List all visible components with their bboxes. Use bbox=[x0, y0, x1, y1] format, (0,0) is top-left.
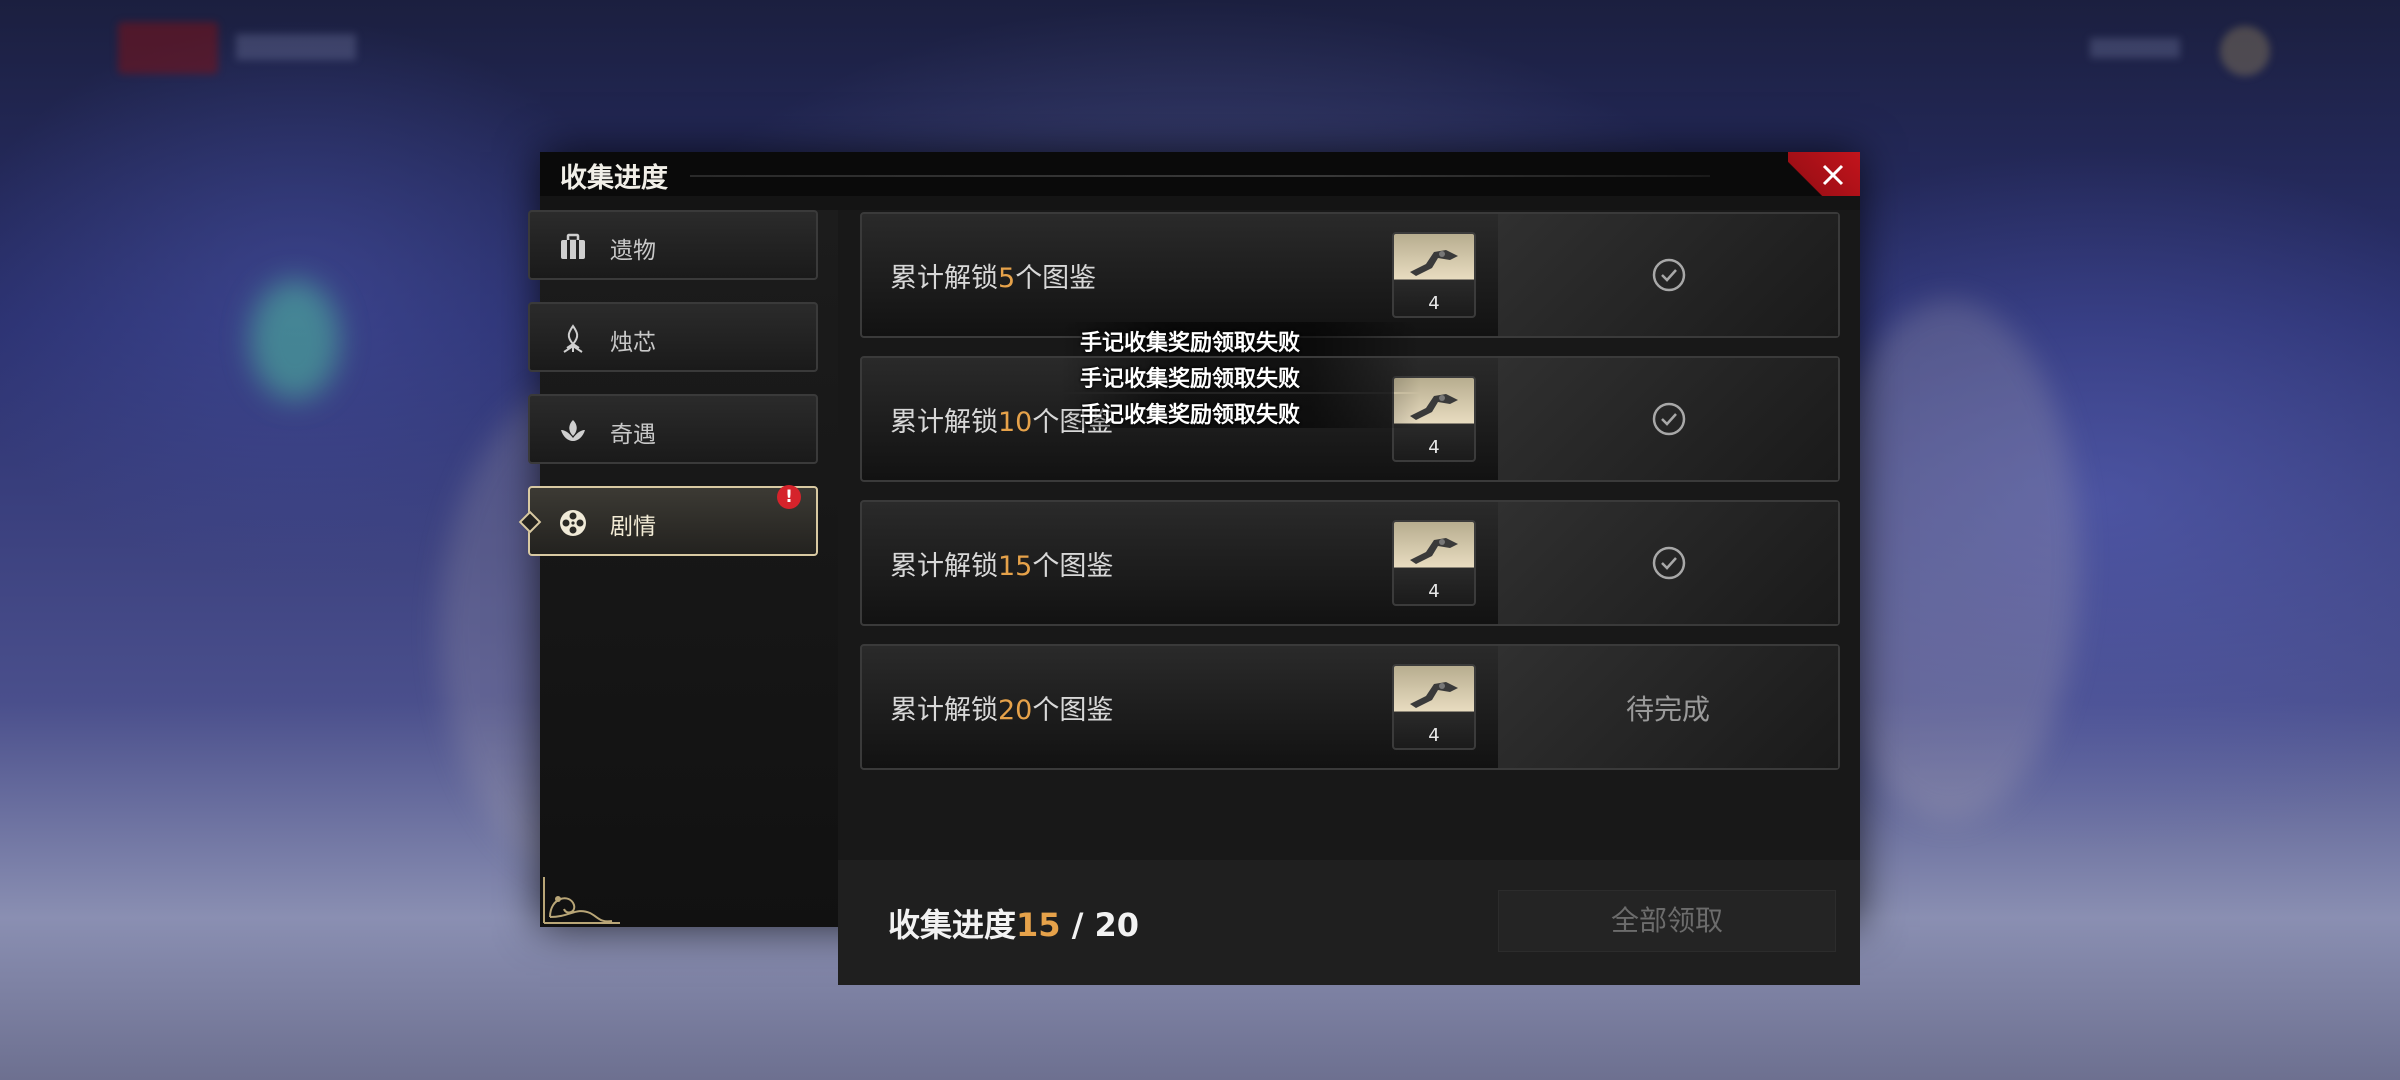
close-icon bbox=[1822, 164, 1844, 186]
progress-footer: 收集进度15 / 20 全部领取 bbox=[838, 860, 1860, 985]
claimed-status bbox=[1498, 358, 1838, 480]
milestone-label: 累计解锁15个图鉴 bbox=[890, 551, 1114, 582]
reward-item[interactable]: 4 bbox=[1392, 232, 1476, 318]
background-hud-text-right bbox=[2090, 38, 2180, 58]
claim-all-button[interactable]: 全部领取 bbox=[1498, 890, 1836, 952]
milestone-label: 累计解锁5个图鉴 bbox=[890, 263, 1097, 294]
reward-quantity: 4 bbox=[1428, 437, 1440, 458]
title-divider bbox=[690, 175, 1710, 177]
reward-quantity: 4 bbox=[1428, 725, 1440, 746]
milestone-row: 累计解锁15个图鉴 4 bbox=[860, 500, 1840, 626]
tab-story[interactable]: 剧情 ! bbox=[518, 485, 818, 556]
tab-label: 烛芯 bbox=[610, 330, 656, 356]
close-button[interactable] bbox=[1788, 152, 1860, 196]
candle-flame-icon bbox=[563, 324, 583, 353]
mechanical-part-icon bbox=[1410, 250, 1458, 276]
tab-label: 奇遇 bbox=[610, 422, 656, 448]
corner-ornament-icon bbox=[543, 877, 620, 924]
pending-status: 待完成 bbox=[1498, 646, 1838, 768]
dialog-titlebar: 收集进度 bbox=[540, 152, 1860, 196]
suitcase-icon bbox=[561, 233, 585, 259]
tab-relics[interactable]: 遗物 bbox=[528, 210, 818, 280]
reward-item[interactable]: 4 bbox=[1392, 664, 1476, 750]
lotus-icon bbox=[561, 420, 585, 441]
milestone-row: 累计解锁20个图鉴 4 待完成 bbox=[860, 644, 1840, 770]
tab-encounters[interactable]: 奇遇 bbox=[528, 394, 818, 464]
mechanical-part-icon bbox=[1410, 682, 1458, 708]
milestone-list: 累计解锁5个图鉴 4 累计解锁10个图鉴 4 累计解锁15个图鉴 bbox=[838, 210, 1860, 985]
collection-progress-dialog: 收集进度 遗物 烛芯 奇遇 剧情 ! 累计解锁5个图鉴 4 累计解锁10 4 累… bbox=[518, 152, 1860, 985]
background-hud-text bbox=[236, 34, 356, 60]
reward-item[interactable]: 4 bbox=[1392, 520, 1476, 606]
category-sidebar: 遗物 烛芯 奇遇 剧情 ! bbox=[518, 210, 838, 927]
milestone-row: 累计解锁5个图鉴 4 bbox=[860, 212, 1840, 338]
film-reel-icon bbox=[560, 510, 586, 536]
checkmark-icon bbox=[1652, 402, 1686, 436]
background-hud-button bbox=[118, 22, 218, 74]
background-hud-icon bbox=[2220, 26, 2270, 76]
pending-label: 待完成 bbox=[1625, 693, 1710, 726]
mechanical-part-icon bbox=[1410, 538, 1458, 564]
tab-label: 遗物 bbox=[610, 238, 656, 264]
milestone-label: 累计解锁20个图鉴 bbox=[890, 695, 1114, 726]
dialog-title: 收集进度 bbox=[560, 163, 668, 194]
notification-badge: ! bbox=[777, 485, 801, 509]
error-toast: 手记收集奖励领取失败 bbox=[1080, 367, 1301, 392]
background-glow bbox=[250, 280, 340, 400]
reward-quantity: 4 bbox=[1428, 581, 1440, 602]
error-toast: 手记收集奖励领取失败 bbox=[1080, 331, 1301, 356]
claimed-status bbox=[1498, 214, 1838, 336]
checkmark-icon bbox=[1652, 546, 1686, 580]
collection-progress: 收集进度15 / 20 bbox=[888, 906, 1140, 944]
claimed-status bbox=[1498, 502, 1838, 624]
tab-wick[interactable]: 烛芯 bbox=[528, 302, 818, 372]
reward-quantity: 4 bbox=[1428, 293, 1440, 314]
checkmark-icon bbox=[1652, 258, 1686, 292]
error-toast: 手记收集奖励领取失败 bbox=[1080, 403, 1301, 428]
tab-label: 剧情 bbox=[610, 514, 656, 540]
